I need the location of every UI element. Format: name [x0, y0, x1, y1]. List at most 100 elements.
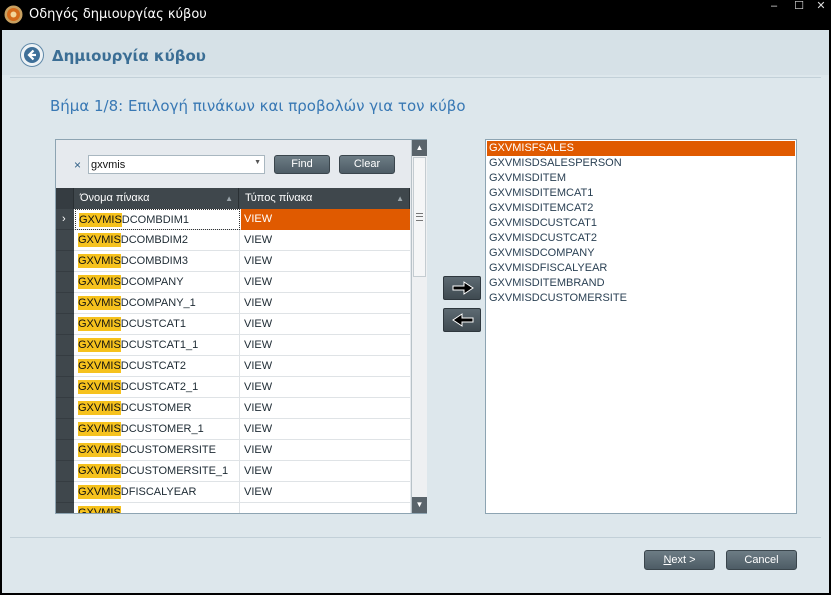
search-combobox[interactable]: ▼ [88, 155, 265, 174]
table-name-rest: DCOMPANY_1 [120, 297, 196, 309]
table-name-cell[interactable]: GXVMISDCOMBDIM2 [75, 230, 240, 251]
maximize-icon[interactable]: ☐ [788, 0, 810, 14]
table-name-cell[interactable]: GXVMISDCOMPANY_1 [75, 293, 240, 314]
table-row[interactable]: GXVMISDCUSTCAT2 VIEW [56, 356, 410, 377]
scroll-thumb[interactable] [413, 157, 426, 277]
row-indicator[interactable] [56, 461, 74, 482]
table-type-cell[interactable]: VIEW [241, 230, 410, 251]
table-type-cell[interactable]: VIEW [241, 482, 410, 503]
list-item[interactable]: GXVMISDFISCALYEAR [487, 261, 795, 276]
list-item[interactable]: GXVMISDCUSTCAT1 [487, 216, 795, 231]
list-item[interactable]: GXVMISDITEMBRAND [487, 276, 795, 291]
row-indicator[interactable] [56, 503, 74, 513]
list-item[interactable]: GXVMISDITEMCAT2 [487, 201, 795, 216]
selected-tables-panel[interactable]: GXVMISFSALES GXVMISDSALESPERSON GXVMISDITE… [485, 139, 797, 514]
scroll-down-icon[interactable]: ▼ [412, 497, 427, 513]
table-type-cell[interactable]: VIEW [241, 251, 410, 272]
table-type-cell[interactable]: VIEW [241, 440, 410, 461]
table-type-cell[interactable]: VIEW [241, 419, 410, 440]
table-row[interactable]: GXVMIS [56, 503, 410, 513]
next-button[interactable]: Next > [644, 550, 715, 570]
row-indicator[interactable] [56, 356, 74, 377]
chevron-down-icon[interactable]: ▼ [254, 159, 261, 166]
minimize-icon[interactable]: – [763, 0, 785, 14]
row-indicator[interactable] [56, 230, 74, 251]
list-item[interactable]: GXVMISDCUSTCAT2 [487, 231, 795, 246]
table-name-cell[interactable]: GXVMISDCUSTCAT1_1 [75, 335, 240, 356]
table-type-cell[interactable]: VIEW [241, 335, 410, 356]
table-row[interactable]: GXVMISDCOMBDIM2 VIEW [56, 230, 410, 251]
table-type-cell[interactable]: VIEW [241, 272, 410, 293]
title-bar[interactable]: Οδηγός δημιουργίας κύβου – ☐ ✕ [0, 0, 831, 30]
table-row[interactable]: GXVMISDCOMPANY_1 VIEW [56, 293, 410, 314]
table-type-cell[interactable]: VIEW [241, 293, 410, 314]
back-button[interactable] [20, 43, 44, 67]
table-row[interactable]: GXVMISDCUSTOMER_1 VIEW [56, 419, 410, 440]
table-row[interactable]: GXVMISDCUSTCAT1 VIEW [56, 314, 410, 335]
clear-filter-icon[interactable]: × [74, 158, 81, 172]
grid-header: Όνομα πίνακα ▲ Τύπος πίνακα ▲ [56, 188, 410, 209]
table-name-cell[interactable]: GXVMISDCOMBDIM1 [75, 209, 240, 230]
row-indicator[interactable] [56, 272, 74, 293]
table-name-rest: DFISCALYEAR [120, 486, 197, 498]
table-row[interactable]: › GXVMISDCOMBDIM1 VIEW [56, 209, 410, 230]
row-indicator[interactable] [56, 419, 74, 440]
table-name-cell[interactable]: GXVMISDCUSTOMERSITE_1 [75, 461, 240, 482]
grid-scrollbar[interactable]: ▲ ▼ [411, 140, 427, 513]
table-row[interactable]: GXVMISDCUSTOMER VIEW [56, 398, 410, 419]
table-name-cell[interactable]: GXVMISDCUSTCAT2_1 [75, 377, 240, 398]
table-row[interactable]: GXVMISDCUSTOMERSITE VIEW [56, 440, 410, 461]
close-icon[interactable]: ✕ [810, 0, 831, 14]
table-row[interactable]: GXVMISDCUSTCAT1_1 VIEW [56, 335, 410, 356]
list-item[interactable]: GXVMISDITEM [487, 171, 795, 186]
row-indicator[interactable] [56, 335, 74, 356]
row-indicator[interactable] [56, 398, 74, 419]
list-item[interactable]: GXVMISDCOMPANY [487, 246, 795, 261]
cancel-button[interactable]: Cancel [726, 550, 797, 570]
column-header-table-type[interactable]: Τύπος πίνακα ▲ [240, 188, 410, 209]
add-selected-button[interactable] [443, 276, 481, 300]
table-row[interactable]: GXVMISDCOMPANY VIEW [56, 272, 410, 293]
table-type-cell[interactable]: VIEW [241, 314, 410, 335]
table-name-cell[interactable]: GXVMISDCUSTOMERSITE [75, 440, 240, 461]
table-name-cell[interactable]: GXVMIS [75, 503, 240, 513]
row-indicator[interactable]: › [56, 209, 74, 230]
remove-selected-button[interactable] [443, 308, 481, 332]
list-item[interactable]: GXVMISDCUSTOMERSITE [487, 291, 795, 306]
table-type-cell[interactable]: VIEW [241, 356, 410, 377]
row-indicator[interactable] [56, 293, 74, 314]
table-type-cell[interactable]: VIEW [241, 377, 410, 398]
match-highlight: GXVMIS [78, 317, 121, 331]
table-name-rest: DCOMBDIM2 [120, 234, 189, 246]
match-highlight: GXVMIS [78, 275, 121, 289]
list-item[interactable]: GXVMISDSALESPERSON [487, 156, 795, 171]
row-indicator[interactable] [56, 314, 74, 335]
table-row[interactable]: GXVMISDCOMBDIM3 VIEW [56, 251, 410, 272]
table-name-cell[interactable]: GXVMISDCUSTCAT1 [75, 314, 240, 335]
table-row[interactable]: GXVMISDCUSTOMERSITE_1 VIEW [56, 461, 410, 482]
table-type-cell[interactable]: VIEW [241, 209, 410, 230]
row-indicator[interactable] [56, 251, 74, 272]
table-type-cell[interactable]: VIEW [241, 461, 410, 482]
table-row[interactable]: GXVMISDCUSTCAT2_1 VIEW [56, 377, 410, 398]
column-header-table-name[interactable]: Όνομα πίνακα ▲ [75, 188, 239, 209]
search-input[interactable] [91, 157, 251, 172]
scroll-up-icon[interactable]: ▲ [412, 140, 427, 156]
row-indicator[interactable] [56, 482, 74, 503]
list-item[interactable]: GXVMISDITEMCAT1 [487, 186, 795, 201]
table-name-cell[interactable]: GXVMISDCOMBDIM3 [75, 251, 240, 272]
table-name-cell[interactable]: GXVMISDCUSTOMER [75, 398, 240, 419]
table-name-cell[interactable]: GXVMISDCUSTCAT2 [75, 356, 240, 377]
row-indicator[interactable] [56, 440, 74, 461]
row-indicator[interactable] [56, 377, 74, 398]
table-type-cell[interactable] [241, 503, 410, 513]
table-row[interactable]: GXVMISDFISCALYEAR VIEW [56, 482, 410, 503]
find-button[interactable]: Find [274, 155, 330, 174]
tables-grid[interactable]: Όνομα πίνακα ▲ Τύπος πίνακα ▲ › GXVMISDCO… [56, 188, 410, 513]
table-name-cell[interactable]: GXVMISDCUSTOMER_1 [75, 419, 240, 440]
table-type-cell[interactable]: VIEW [241, 398, 410, 419]
clear-button[interactable]: Clear [339, 155, 395, 174]
list-item[interactable]: GXVMISFSALES [487, 141, 795, 156]
table-name-cell[interactable]: GXVMISDFISCALYEAR [75, 482, 240, 503]
table-name-cell[interactable]: GXVMISDCOMPANY [75, 272, 240, 293]
